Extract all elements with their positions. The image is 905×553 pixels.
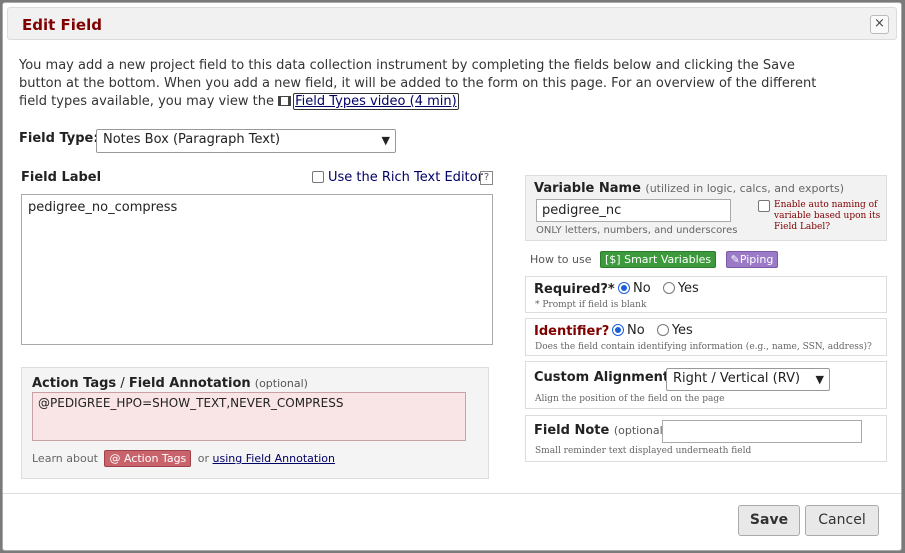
chevron-down-icon: ▼ [381,134,390,147]
alignment-select[interactable]: Right / Vertical (RV) ▼ [666,368,830,391]
field-type-label: Field Type: [19,131,99,146]
field-label-textarea[interactable]: pedigree_no_compress [21,194,493,345]
dialog-titlebar[interactable]: Edit Field × [7,7,897,40]
identifier-note: Does the field contain identifying infor… [535,342,872,352]
chevron-down-icon: ▼ [815,373,824,386]
action-tags-separator: / [120,376,125,391]
field-label-heading: Field Label [21,170,102,185]
auto-naming-label: Enable auto naming of variable based upo… [774,200,881,232]
action-tags-button[interactable]: @ Action Tags [104,450,192,467]
required-no-label: No [633,281,651,296]
auto-naming-checkbox[interactable] [758,200,770,212]
action-tags-panel: Action Tags / Field Annotation (optional… [21,367,489,479]
required-note: * Prompt if field is blank [535,300,647,310]
save-button[interactable]: Save [738,505,800,536]
variable-name-input[interactable]: pedigree_nc [536,199,731,222]
alignment-label: Custom Alignment [534,370,670,385]
identifier-no-label: No [627,323,645,338]
field-types-video-link[interactable]: Field Types video (4 min) [293,93,459,110]
smart-variables-button[interactable]: [$] Smart Variables [600,251,717,268]
action-tags-label: Action Tags [32,376,117,391]
field-annotation-label: Field Annotation [128,376,251,391]
identifier-no-radio[interactable] [612,324,624,336]
alignment-note: Align the position of the field on the p… [535,394,725,404]
variable-name-hint: (utilized in logic, calcs, and exports) [645,182,845,195]
alignment-panel: Custom Alignment Right / Vertical (RV) ▼… [525,361,887,409]
intro-text: You may add a new project field to this … [19,57,819,111]
field-note-label: Field Note [534,423,610,438]
required-no-radio[interactable] [618,282,630,294]
alignment-selected: Right / Vertical (RV) [673,371,801,386]
how-to-use: How to use [$] Smart Variables ✎Piping [530,251,779,268]
required-yes-radio[interactable] [662,282,675,294]
footer-divider [3,493,901,494]
how-to-use-label: How to use [530,253,592,266]
field-note-optional: (optional) [613,424,667,437]
piping-button[interactable]: ✎Piping [725,251,779,268]
variable-name-note: ONLY letters, numbers, and underscores [536,225,738,236]
piping-label: Piping [739,253,774,266]
field-type-select[interactable]: Notes Box (Paragraph Text) ▼ [96,129,396,153]
film-icon [278,96,292,106]
edit-field-dialog: Edit Field × You may add a new project f… [2,2,902,551]
identifier-yes-radio[interactable] [656,324,669,336]
field-note-input[interactable] [662,420,862,443]
help-icon[interactable]: ? [480,171,493,185]
action-tags-title: Action Tags / Field Annotation (optional… [32,376,308,391]
rich-text-label: Use the Rich Text Editor [328,170,483,185]
identifier-radio-group: No Yes [612,323,701,338]
variable-name-title: Variable Name (utilized in logic, calcs,… [534,181,844,196]
dialog-title: Edit Field [22,16,102,34]
cancel-button[interactable]: Cancel [805,505,879,536]
variable-name-panel: Variable Name (utilized in logic, calcs,… [525,175,887,241]
action-tags-textarea[interactable]: @PEDIGREE_HPO=SHOW_TEXT,NEVER_COMPRESS [32,392,466,441]
action-tags-optional: (optional) [254,377,308,390]
field-note-note: Small reminder text displayed underneath… [535,446,752,456]
rich-text-toggle[interactable]: Use the Rich Text Editor [312,170,483,185]
close-icon[interactable]: × [870,15,889,34]
required-label: Required?* [534,282,615,297]
learn-prefix: Learn about [32,452,98,465]
variable-name-label: Variable Name [534,181,641,196]
identifier-yes-label: Yes [671,323,693,338]
required-radio-group: No Yes [618,281,707,296]
field-type-selected: Notes Box (Paragraph Text) [103,132,281,147]
learn-or: or [197,452,210,465]
required-yes-label: Yes [677,281,699,296]
field-annotation-link[interactable]: using Field Annotation [213,452,335,465]
rich-text-checkbox[interactable] [312,171,324,183]
identifier-panel: Identifier? No Yes Does the field contai… [525,318,887,356]
required-panel: Required?* No Yes * Prompt if field is b… [525,276,887,313]
field-note-panel: Field Note (optional) Small reminder tex… [525,415,887,462]
auto-naming-option[interactable]: Enable auto naming of variable based upo… [758,200,883,233]
field-note-title: Field Note (optional) [534,423,667,438]
action-tags-learn: Learn about @ Action Tags or using Field… [32,450,335,467]
identifier-label: Identifier? [534,324,610,339]
